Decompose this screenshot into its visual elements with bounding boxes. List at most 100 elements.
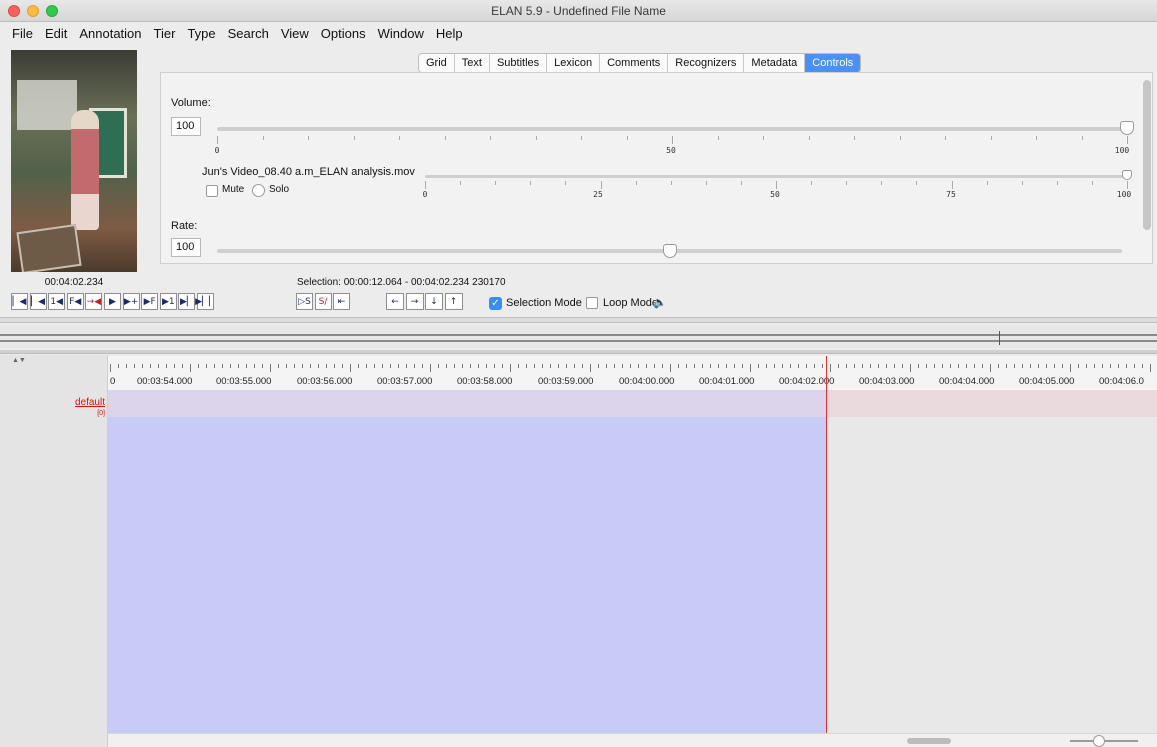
rate-slider-thumb[interactable] [662, 244, 677, 258]
speaker-icon[interactable]: 🔈 [653, 296, 667, 309]
play-selection-start-button[interactable]: ▷S [296, 293, 313, 310]
move-down-button[interactable]: ↓ [425, 293, 443, 310]
ruler-tick-mark [830, 364, 831, 372]
file-tick-mark [425, 181, 426, 189]
ruler-tick-mark [398, 364, 399, 368]
ruler-tick-mark [558, 364, 559, 368]
menu-type[interactable]: Type [181, 26, 221, 41]
ruler-tick-mark [822, 364, 823, 368]
volume-tick-mark [1036, 136, 1037, 140]
tab-controls[interactable]: Controls [805, 54, 861, 72]
loop-mode-checkbox[interactable] [586, 297, 598, 309]
move-right-button[interactable]: → [405, 293, 424, 310]
tab-recognizers[interactable]: Recognizers [668, 54, 745, 72]
tab-grid[interactable]: Grid [419, 54, 455, 72]
file-volume-slider-thumb[interactable] [1122, 170, 1132, 180]
volume-tick-mark [990, 136, 992, 140]
ruler-tick-mark [422, 364, 423, 368]
ruler-tick-mark [622, 364, 623, 368]
ruler-label: 00:03:55.000 [216, 376, 272, 387]
tab-text[interactable]: Text [455, 54, 490, 72]
volume-slider-thumb[interactable] [1120, 121, 1134, 135]
menu-help[interactable]: Help [430, 26, 469, 41]
ruler-tick-mark [846, 364, 847, 368]
ruler-tick-mark [630, 364, 631, 368]
ruler-tick-mark [534, 364, 535, 368]
collapse-arrows-icon[interactable]: ▲▼ [12, 357, 26, 364]
solo-radio[interactable] [252, 184, 265, 197]
ruler-tick-mark [974, 364, 975, 368]
ruler-tick-mark [782, 364, 783, 368]
next-second-button[interactable]: ▶F [141, 293, 159, 310]
zoom-slider-thumb[interactable] [1093, 735, 1105, 747]
menu-search[interactable]: Search [222, 26, 275, 41]
ruler-tick-mark [750, 364, 751, 372]
ruler-tick-mark [278, 364, 279, 368]
volume-tick-mark [854, 136, 855, 140]
tab-metadata[interactable]: Metadata [744, 54, 806, 72]
file-tick-label-100: 100 [1116, 190, 1132, 199]
ruler-tick-mark [382, 364, 383, 368]
ruler-tick-mark [998, 364, 999, 368]
timeline-horizontal-scrollbar[interactable] [108, 733, 1157, 747]
previous-boundary-button[interactable]: →◀ [85, 293, 103, 310]
menu-options[interactable]: Options [315, 26, 372, 41]
clear-selection-button[interactable]: S∕ [314, 293, 332, 310]
rate-field[interactable]: 100 [171, 238, 201, 257]
selection-region[interactable] [108, 417, 827, 733]
volume-slider-track[interactable] [217, 127, 1127, 131]
volume-tick-label-100: 100 [1114, 146, 1130, 155]
timeline-scroll-thumb[interactable] [907, 738, 951, 744]
mute-checkbox[interactable] [206, 185, 218, 197]
menu-edit[interactable]: Edit [39, 26, 73, 41]
ruler-label: 00:03:57.000 [377, 376, 433, 387]
controls-scrollbar[interactable] [1143, 80, 1151, 230]
tab-comments[interactable]: Comments [600, 54, 669, 72]
ruler-tick-mark [1038, 364, 1039, 368]
go-to-begin-button[interactable]: ▏◀ [11, 293, 28, 310]
previous-second-button[interactable]: F◀ [66, 293, 84, 310]
play-selection-button[interactable]: ▶+ [122, 293, 140, 310]
ruler-tick-mark [222, 364, 223, 368]
menu-tier[interactable]: Tier [148, 26, 182, 41]
play-pause-button[interactable]: ▶ [104, 293, 121, 310]
previous-frame-button[interactable]: 1◀ [48, 293, 66, 310]
go-to-end-button[interactable]: ▶▏▏ [195, 293, 216, 310]
file-tick-mark [495, 181, 497, 185]
timeline-empty-area[interactable] [827, 417, 1157, 733]
selection-mode-checkbox[interactable]: ✓ [489, 297, 502, 310]
selection-boundary-button[interactable]: ⇤ [333, 293, 350, 310]
volume-field[interactable]: 100 [171, 117, 201, 136]
menu-annotation[interactable]: Annotation [73, 26, 147, 41]
ruler-tick-mark [326, 364, 327, 368]
timeline-overview[interactable] [0, 326, 1157, 348]
ruler-tick-mark [806, 364, 807, 368]
video-viewer[interactable] [11, 50, 137, 272]
ruler-label: 00:04:04.000 [939, 376, 995, 387]
media-crosshair[interactable] [826, 356, 827, 734]
tier-name-default[interactable]: default [60, 397, 105, 408]
previous-scroll-button[interactable]: ▏◀ [29, 293, 47, 310]
tab-lexicon[interactable]: Lexicon [547, 54, 601, 72]
ruler-tick-mark [966, 364, 967, 368]
ruler-tick-mark [1022, 364, 1023, 368]
next-frame-button[interactable]: ▶1 [159, 293, 177, 310]
file-tick-mark [986, 181, 988, 185]
menu-file[interactable]: File [6, 26, 39, 41]
volume-tick-mark [717, 136, 719, 140]
overview-line-bottom [0, 340, 1157, 342]
ruler-tick-mark [510, 364, 511, 372]
ruler-tick-mark [894, 364, 895, 368]
file-tick-mark [846, 181, 848, 185]
file-volume-slider-track[interactable] [425, 175, 1127, 178]
ruler-tick-mark [238, 364, 239, 368]
split-pane-divider[interactable] [0, 317, 1157, 323]
move-left-button[interactable]: ← [386, 293, 404, 310]
menu-window[interactable]: Window [372, 26, 430, 41]
ruler-tick-mark [358, 364, 359, 368]
next-scroll-button[interactable]: ▶▏ [178, 293, 196, 310]
menu-view[interactable]: View [275, 26, 315, 41]
overview-cursor[interactable] [999, 331, 1007, 345]
move-up-button[interactable]: ↑ [444, 293, 463, 310]
tab-subtitles[interactable]: Subtitles [490, 54, 548, 72]
